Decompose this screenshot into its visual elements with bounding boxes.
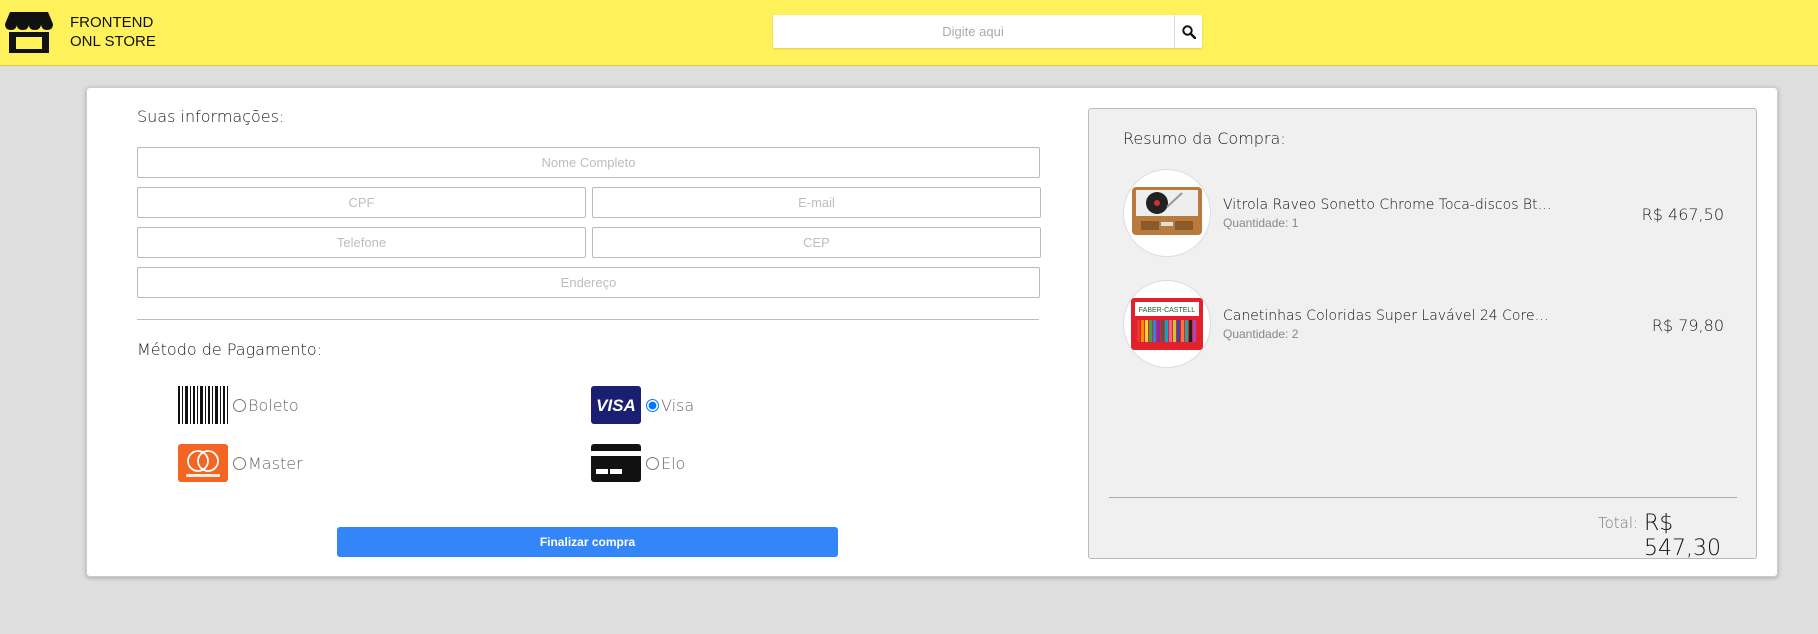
svg-text:VISA: VISA [596, 396, 636, 415]
boleto-label: Boleto [248, 395, 299, 415]
item-name[interactable]: Vitrola Raveo Sonetto Chrome Toca-discos… [1223, 197, 1553, 213]
checkout-card: Suas informações: Método de Pagamento: [86, 87, 1778, 577]
item-price: R$ 467,50 [1641, 205, 1724, 224]
elo-label: Elo [661, 453, 686, 473]
form-divider [137, 319, 1039, 320]
summary-item[interactable]: Vitrola Raveo Sonetto Chrome Toca-discos… [1123, 169, 1724, 259]
email-input[interactable] [592, 187, 1041, 218]
payment-title: Método de Pagamento: [137, 340, 322, 359]
item-price: R$ 79,80 [1651, 316, 1724, 335]
address-input[interactable] [137, 267, 1040, 298]
total-label: Total: [1598, 514, 1639, 532]
visa-radio[interactable] [646, 398, 659, 412]
item-name[interactable]: Canetinhas Coloridas Super Lavável 24 Co… [1223, 308, 1553, 324]
search-box [773, 15, 1202, 48]
card-icon [591, 443, 641, 483]
mastercard-icon [178, 443, 228, 483]
summary-item[interactable]: FABER-CASTELL Canetinhas Coloridas Super… [1123, 280, 1724, 370]
elo-radio[interactable] [646, 456, 659, 470]
payment-option-boleto[interactable]: Boleto [178, 385, 299, 425]
boleto-radio[interactable] [233, 398, 246, 412]
info-title: Suas informações: [137, 107, 285, 126]
search-icon [1181, 24, 1196, 39]
visa-label: Visa [661, 395, 695, 415]
master-label: Master [248, 453, 303, 473]
product-image-turntable[interactable] [1123, 169, 1211, 257]
payment-option-visa[interactable]: VISA Visa [591, 385, 694, 425]
summary-title: Resumo da Compra: [1123, 129, 1286, 148]
order-summary: Resumo da Compra: Vitrola Raveo Sonetto … [1088, 108, 1757, 561]
search-input[interactable] [773, 15, 1173, 48]
header: FRONTEND ONL STORE [0, 0, 1818, 66]
payment-option-master[interactable]: Master [178, 443, 303, 483]
item-quantity: Quantidade: 2 [1223, 327, 1299, 341]
brand-line-2: ONL STORE [70, 33, 156, 50]
brand-name[interactable]: FRONTEND ONL STORE [70, 13, 156, 51]
finish-purchase-button[interactable]: Finalizar compra [337, 527, 838, 557]
cep-input[interactable] [592, 227, 1041, 258]
phone-input[interactable] [137, 227, 586, 258]
summary-divider [1109, 497, 1737, 498]
search-button[interactable] [1174, 15, 1202, 48]
full-name-input[interactable] [137, 147, 1040, 178]
cpf-input[interactable] [137, 187, 586, 218]
barcode-icon [178, 385, 228, 425]
payment-option-elo[interactable]: Elo [591, 443, 685, 483]
brand-line-1: FRONTEND [70, 14, 154, 31]
master-radio[interactable] [233, 456, 246, 470]
product-image-markers[interactable]: FABER-CASTELL [1123, 280, 1211, 368]
store-icon[interactable] [4, 10, 54, 54]
visa-icon: VISA [591, 385, 641, 425]
svg-text:FABER-CASTELL: FABER-CASTELL [1139, 307, 1196, 314]
total-value: R$ 547,30 [1644, 511, 1721, 561]
item-quantity: Quantidade: 1 [1223, 216, 1299, 230]
